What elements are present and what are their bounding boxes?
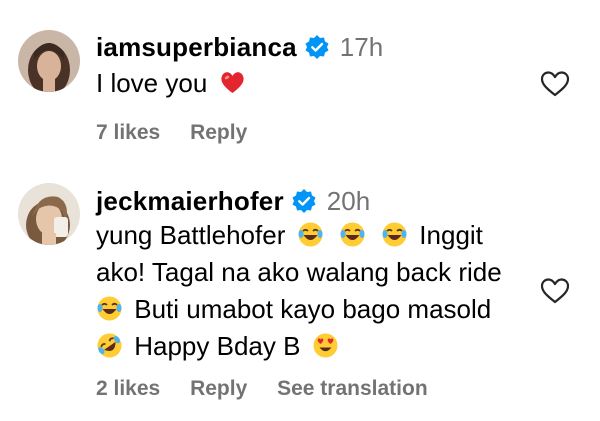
face-with-tears-of-joy-emoji [339, 221, 366, 248]
comment-item: jeckmaierhofer 20h yung Battlehofer Ingg… [0, 170, 600, 421]
avatar[interactable] [18, 30, 80, 92]
comment-item: iamsuperbianca 17h I love you 7 likes Re… [0, 0, 600, 170]
face-with-tears-of-joy-emoji [297, 221, 324, 248]
text-span: yung Battlehofer [96, 220, 286, 250]
reply-button[interactable]: Reply [190, 121, 247, 144]
comment-actions: 2 likes Reply See translation [96, 377, 452, 401]
verified-badge-icon [304, 34, 330, 60]
smiling-face-with-heart-eyes-emoji [312, 332, 339, 359]
comment-header: iamsuperbianca 17h [96, 30, 383, 64]
see-translation-link[interactable]: See translation [277, 377, 428, 400]
comment-text-line: yung Battlehofer Inggit [96, 217, 536, 254]
face-with-tears-of-joy-emoji [381, 221, 408, 248]
face-with-tears-of-joy-emoji [96, 295, 123, 322]
username[interactable]: iamsuperbianca [96, 30, 297, 64]
likes-count[interactable]: 7 likes [96, 121, 160, 144]
avatar[interactable] [18, 183, 80, 245]
comment-text: I love you [96, 65, 536, 102]
username[interactable]: jeckmaierhofer [96, 184, 284, 218]
reply-button[interactable]: Reply [190, 377, 247, 400]
comment-text-line: ako! Tagal na ako walang back ride [96, 257, 502, 287]
likes-count[interactable]: 2 likes [96, 377, 160, 400]
heart-outline-icon[interactable] [540, 70, 570, 98]
text-span: Happy Bday B [134, 331, 301, 361]
timestamp[interactable]: 17h [340, 30, 383, 64]
comment-actions: 7 likes Reply [96, 121, 271, 145]
text-span: Buti umabot kayo bago masold [134, 294, 492, 324]
text-span: Inggit [419, 220, 483, 250]
red-heart-emoji [219, 69, 246, 96]
comment-text: yung Battlehofer Inggit ako! Tagal na ak… [96, 217, 536, 365]
comment-text-line: Happy Bday B [96, 328, 536, 365]
rolling-on-floor-laughing-emoji [96, 332, 123, 359]
verified-badge-icon [291, 188, 317, 214]
heart-outline-icon[interactable] [540, 277, 570, 305]
comment-text-line: I love you [96, 68, 208, 98]
timestamp[interactable]: 20h [327, 184, 370, 218]
comment-header: jeckmaierhofer 20h [96, 184, 370, 218]
comment-text-line: Buti umabot kayo bago masold [96, 291, 536, 328]
